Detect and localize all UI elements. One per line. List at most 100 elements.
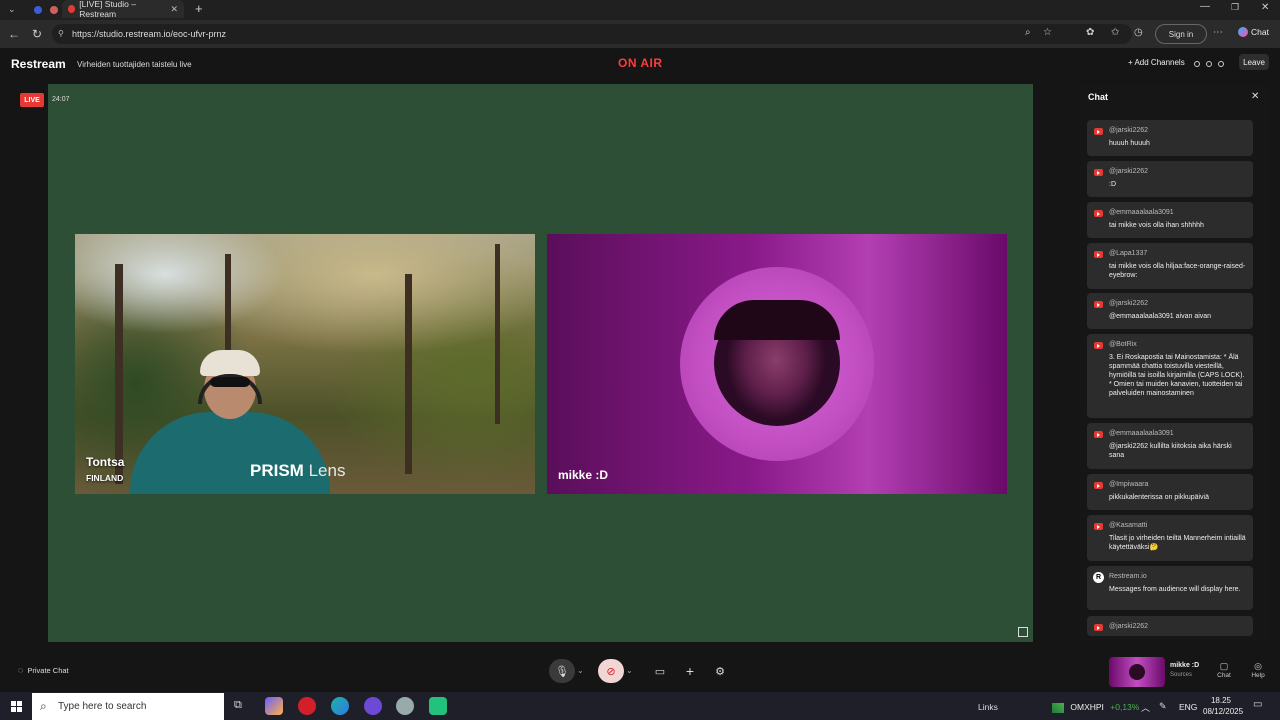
person-body [130,412,330,494]
private-chat-button[interactable]: ◌ Private Chat [18,665,69,675]
participant-name: Tontsa [86,455,125,469]
prism-text: PRISM [250,461,304,480]
chat-title: Chat [1088,92,1108,102]
links-toolbar[interactable]: Links [978,702,998,712]
youtube-icon [1094,301,1103,308]
language-indicator[interactable]: ENG [1179,702,1197,712]
reload-icon[interactable]: ↻ [32,27,42,41]
chat-author: @Kasamatti [1109,522,1148,529]
chat-text: tai mikke vois olla ihan shhhhh [1109,222,1204,229]
stock-widget[interactable]: OMXHPI +0,13% [1052,702,1139,713]
restore-icon[interactable]: ❐ [1231,2,1239,13]
mic-options-chevron-icon[interactable]: ⌄ [577,666,584,675]
youtube-icon [1094,210,1103,217]
plus-icon: + [685,663,695,679]
chat-message: @BotRix 3. Ei Roskapostia tai Mainostami… [1087,334,1253,418]
stock-name: OMXHPI [1070,702,1104,712]
channel-icon[interactable] [1194,61,1200,67]
participant-tile-tontsa[interactable] [75,234,535,494]
youtube-icon [1094,431,1103,438]
chat-text: 3. Ei Roskapostia tai Mainostamista: * Ä… [1109,354,1245,397]
camera-options-chevron-icon[interactable]: ⌄ [626,666,633,675]
more-menu-icon[interactable]: ⋯ [1213,27,1223,38]
tab-close-icon[interactable]: ✕ [170,4,178,15]
stream-title[interactable]: Virheiden tuottajiden taistelu live [77,60,192,69]
participant-location: FINLAND [86,473,124,483]
avatar-hair [714,300,840,340]
fullscreen-icon[interactable] [1018,627,1028,637]
youtube-icon [1094,342,1103,349]
chat-author: Restream.io [1109,573,1147,580]
studio-toolbar [0,650,1280,692]
search-placeholder: Type here to search [58,701,147,712]
chat-message: @Kasamatti Tilasit jo virheiden teiltä M… [1087,515,1253,561]
tab-menu-chevron-icon[interactable]: ⌄ [8,4,16,15]
chat-author: @jarski2262 [1109,623,1149,630]
copilot-taskbar-icon[interactable] [265,697,283,715]
pen-icon[interactable]: ✎ [1159,701,1167,712]
chat-message: @emmaaalaala3091 tai mikke vois olla iha… [1087,202,1253,238]
minimize-icon[interactable]: — [1200,1,1210,12]
youtube-icon [1094,523,1103,530]
settings-button[interactable]: ⚙ [707,659,733,683]
tree-trunk [115,264,123,484]
tab-favicon-icon[interactable] [50,6,58,14]
chat-icon: ▢ [1219,661,1229,671]
task-view-icon[interactable]: ⧉ [234,699,242,712]
clock-time: 18.25 [1210,696,1232,705]
copilot-chat-button[interactable]: Chat [1238,27,1269,37]
window-close-icon[interactable]: ✕ [1261,2,1269,13]
tab-restream-studio[interactable]: [LIVE] Studio – Restream ✕ [62,0,184,19]
live-badge: LIVE [20,93,44,107]
help-label: Help [1251,672,1265,679]
source-thumbnail[interactable] [1109,657,1165,687]
chat-toggle-button[interactable]: ▢ Chat [1213,661,1235,679]
back-icon[interactable]: ← [8,27,20,41]
participant-name: mikke :D [558,468,609,482]
share-screen-icon: ▭ [654,665,666,678]
browser-tab-strip: ⌄ [LIVE] Studio – Restream ✕ + — ❐ ✕ [0,0,1280,20]
sign-in-button[interactable]: Sign in [1155,24,1207,44]
app-icon[interactable] [396,697,414,715]
search-icon: ⌕ [40,699,47,713]
source-avatar [1129,664,1145,680]
help-button[interactable]: ◎ Help [1247,661,1269,679]
microphone-button[interactable]: 🎙 [549,659,575,683]
opera-icon[interactable] [298,697,316,715]
share-screen-button[interactable]: ▭ [647,659,673,683]
gear-icon: ⚙ [715,665,725,678]
profile-icon[interactable] [34,6,42,14]
chat-text: @emmaaalaala3091 aivan aivan [1109,313,1212,320]
history-icon[interactable]: ◷ [1134,27,1143,38]
favorites-icon[interactable]: ✩ [1111,27,1119,38]
chat-text: :D [1109,181,1116,188]
add-channels-button[interactable]: + Add Channels [1128,58,1185,67]
favorite-star-icon[interactable]: ☆ [1043,27,1052,38]
channel-icon[interactable] [1206,61,1212,67]
camera-off-button[interactable]: ⊘ [598,659,624,683]
channel-icon[interactable] [1218,61,1224,67]
new-tab-icon[interactable]: + [195,1,203,16]
leave-button[interactable]: Leave [1239,54,1269,70]
tray-chevron-icon[interactable]: ︿ [1141,701,1150,714]
discord-icon[interactable] [364,697,382,715]
chat-text: tai mikke vois olla hiljaa:face-orange-r… [1109,263,1246,279]
url-field[interactable]: ⚲ https://studio.restream.io/eoc-ufvr-pr… [52,24,1132,44]
chat-author: @emmaaalaala3091 [1109,209,1174,216]
windows-start-icon[interactable] [11,701,22,712]
site-info-icon[interactable]: ⚲ [58,29,64,38]
taskbar-search-input[interactable]: ⌕ Type here to search [32,693,224,720]
prism-lens-overlay: PRISM Lens [250,461,345,481]
system-clock[interactable]: 18.25 08/12/2025 [1203,695,1244,717]
edge-icon[interactable] [331,697,349,715]
add-button[interactable]: + [677,659,703,683]
chat-message: @jarski2262 @emmaaalaala3091 aivan aivan [1087,293,1253,329]
clock-date: 08/12/2025 [1203,707,1244,716]
chat-close-icon[interactable]: ✕ [1251,91,1259,102]
notifications-icon[interactable]: ▭ [1253,699,1262,710]
on-air-indicator: ON AIR [618,56,663,70]
copilot-chat-label: Chat [1251,27,1269,37]
search-page-icon[interactable]: ⌕ [1025,27,1031,38]
extensions-icon[interactable]: ✿ [1086,27,1094,38]
streaming-app-icon[interactable] [429,697,447,715]
